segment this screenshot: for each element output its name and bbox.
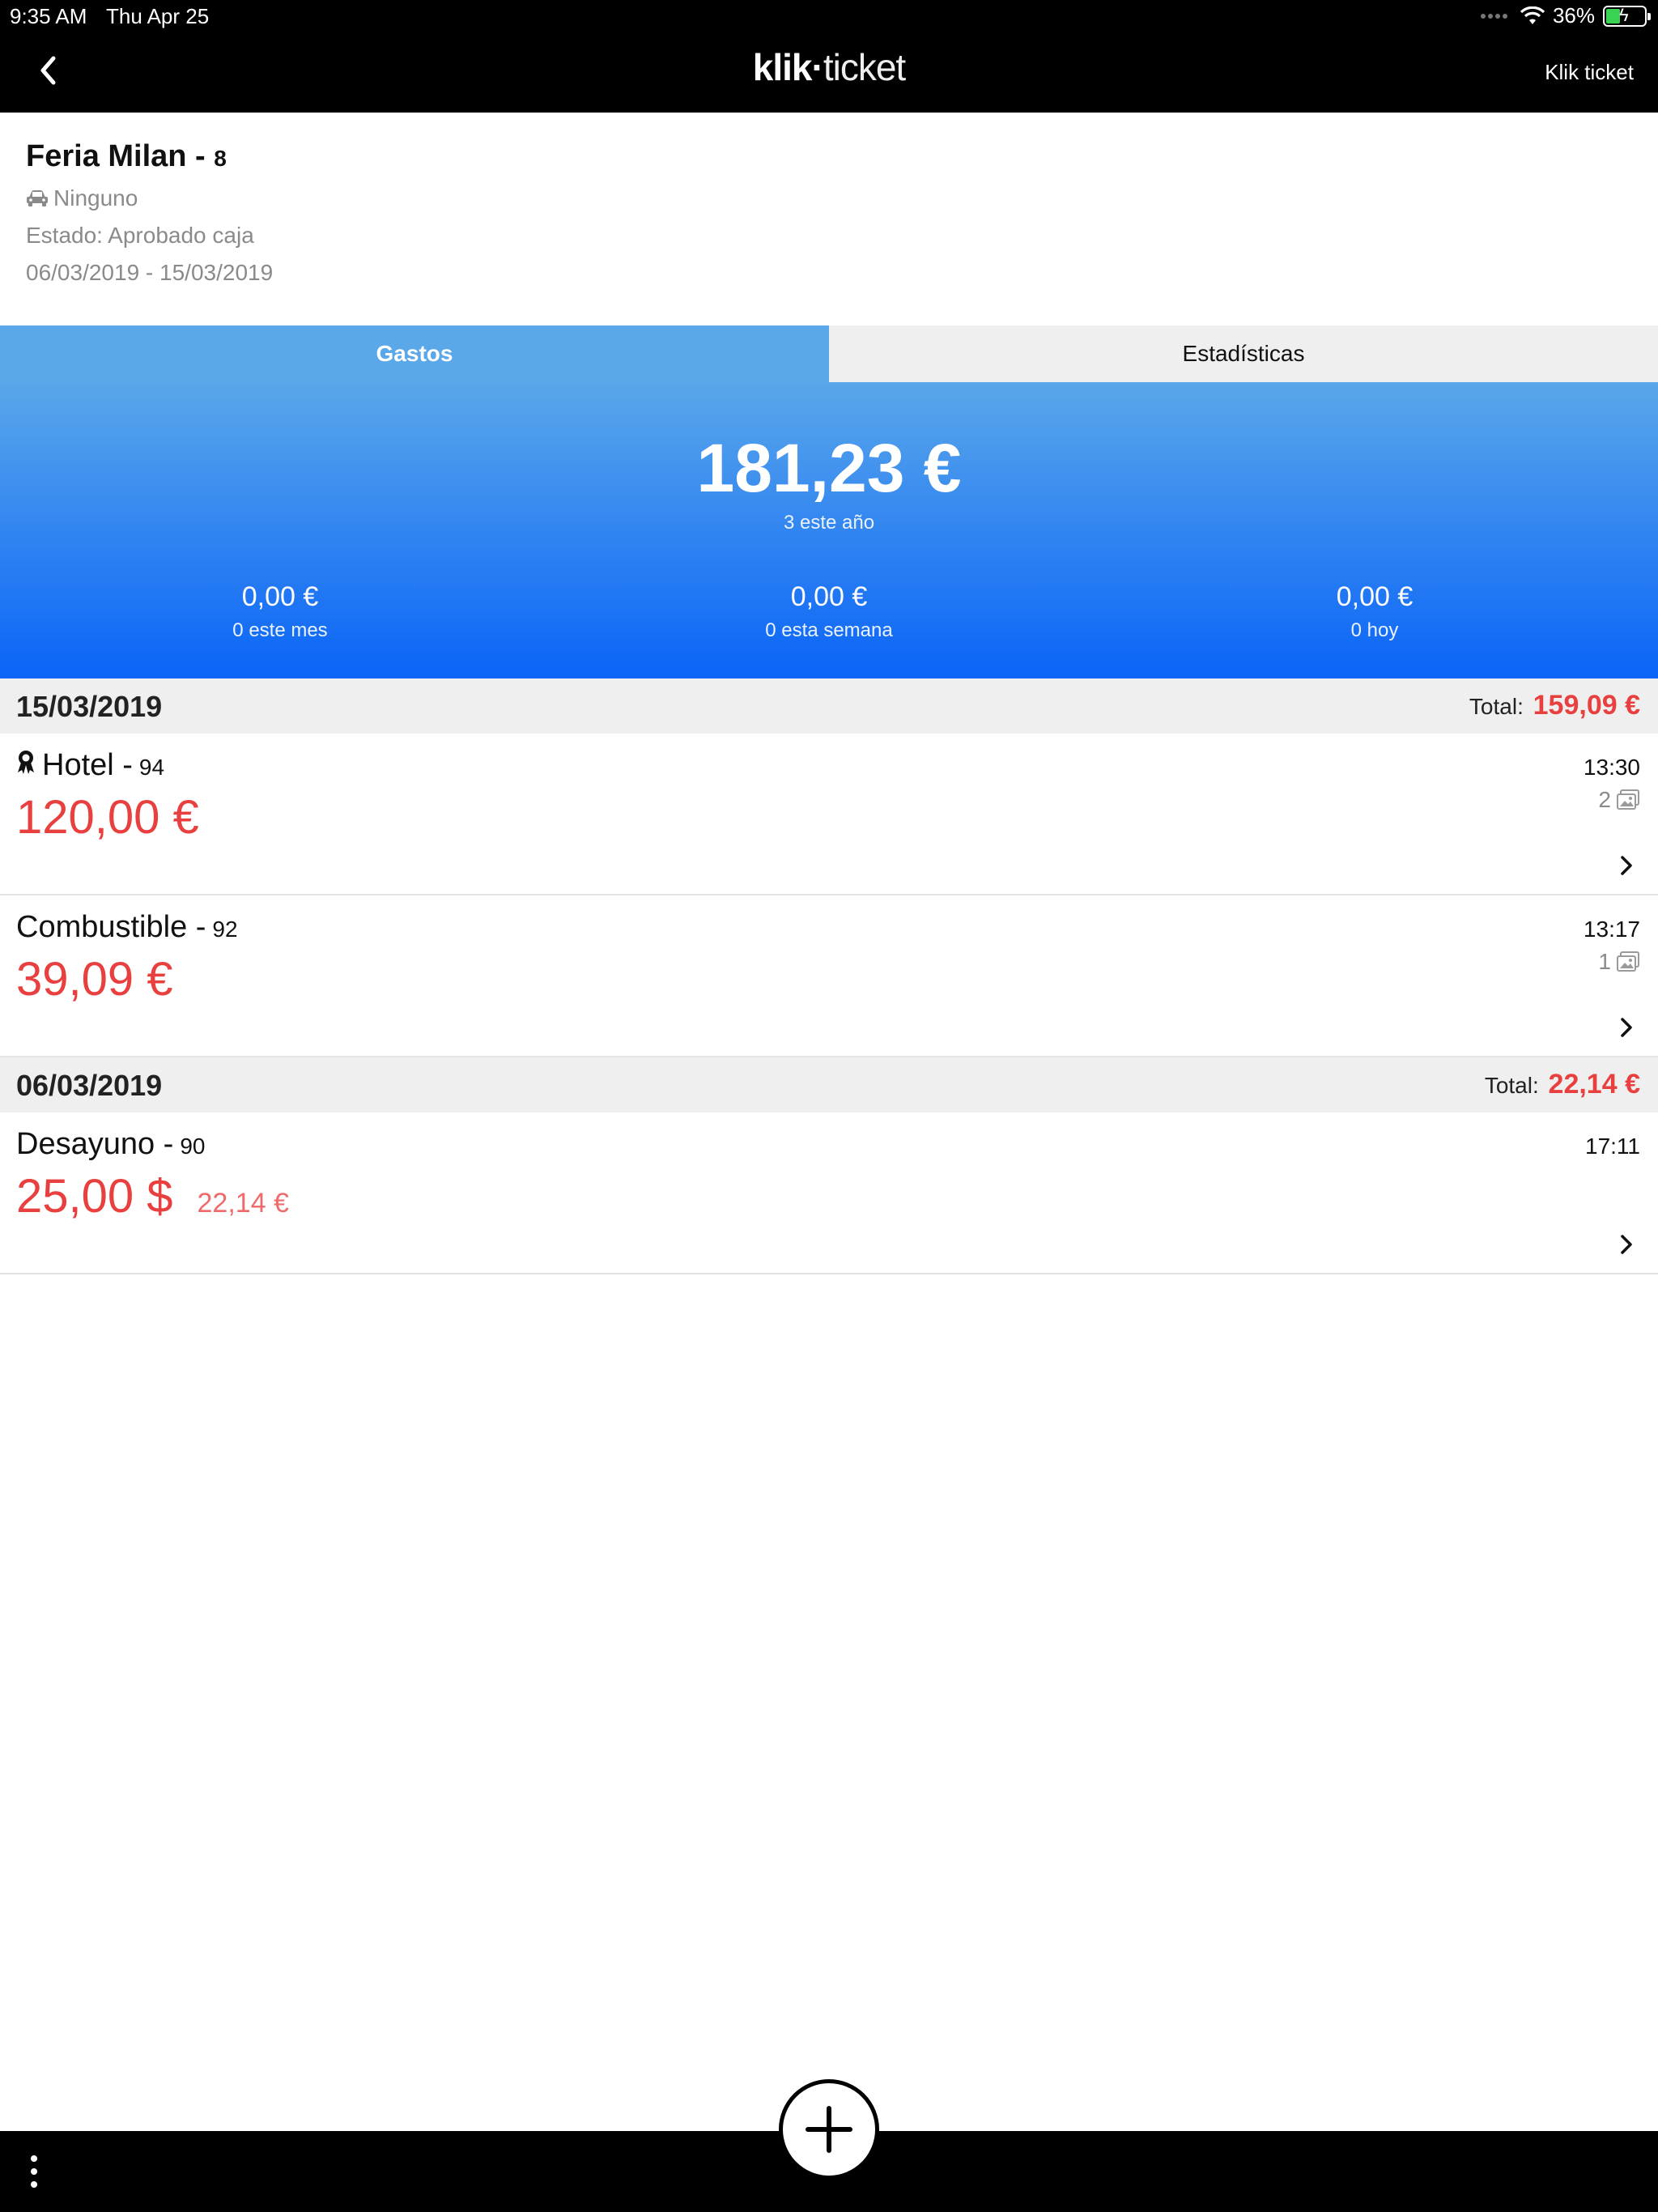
chevron-right-icon [1621,1018,1632,1037]
expense-name: Combustible - 92 [16,910,238,944]
top-bar: 9:35 AM Thu Apr 25 36% ϟ klik·ticket Kli… [0,0,1658,113]
section-header: 15/03/2019 Total: 159,09 € [0,678,1658,734]
status-time: 9:35 AM [10,4,87,28]
today-value: 0,00 € [1336,581,1414,612]
cellular-icon [1480,13,1507,19]
trip-title: Feria Milan - 8 [26,139,227,173]
section-date: 15/03/2019 [16,690,163,723]
today-summary: 0,00 € 0 hoy [1213,581,1537,642]
expense-name: Hotel - 94 [16,748,164,783]
section-total-amount: 22,14 € [1548,1069,1640,1100]
attachments-count: 2 [1598,787,1640,813]
week-label: 0 esta semana [765,619,893,641]
car-icon [27,190,48,206]
expense-time: 17:11 [1585,1134,1640,1159]
section-header: 06/03/2019 Total: 22,14 € [0,1057,1658,1112]
trip-dates: 06/03/2019 - 15/03/2019 [26,260,274,285]
klik-ticket-button[interactable]: Klik ticket [1545,60,1634,85]
expense-id: 92 [212,917,238,942]
expense-time: 13:17 [1583,917,1640,942]
chevron-right-icon [1621,1235,1632,1254]
expense-time: 13:30 [1583,755,1640,780]
tab-gastos[interactable]: Gastos [0,325,829,382]
chevron-right-icon [1621,856,1632,875]
converted-amount: 22,14 € [197,1188,289,1219]
status-date: Thu Apr 25 [106,4,210,28]
battery-percent: 36% [1552,3,1595,28]
award-icon [18,751,34,774]
plus-icon [806,2106,852,2153]
section-total: Total: 22,14 € [1484,1069,1640,1100]
status-right: 36% ϟ [1480,3,1651,28]
section-total-amount: 159,09 € [1533,690,1640,721]
tab-bar: Gastos Estadísticas [0,325,1658,382]
images-icon [1617,789,1639,810]
today-label: 0 hoy [1350,619,1399,641]
status-bar: 9:35 AM Thu Apr 25 36% ϟ [0,0,1658,32]
week-summary: 0,00 € 0 esta semana [667,581,991,642]
tab-estadisticas[interactable]: Estadísticas [829,325,1658,382]
app-logo: klik·ticket [752,46,906,88]
expense-amount: 120,00 € [16,791,199,844]
section-date: 06/03/2019 [16,1069,163,1102]
trip-status: Estado: Aprobado caja [26,223,254,248]
expense-name: Desayuno - 90 [16,1127,206,1161]
section-total: Total: 159,09 € [1469,690,1640,721]
trip-vehicle: Ninguno [26,185,273,211]
expense-amount: 25,00 $22,14 € [16,1170,289,1223]
battery-icon: ϟ [1603,5,1651,27]
week-value: 0,00 € [790,581,868,612]
images-icon [1617,951,1639,972]
expense-summary: 181,23 € 3 este año 0,00 € 0 este mes 0,… [0,382,1658,678]
add-expense-button[interactable] [779,2079,879,2180]
expense-row[interactable]: Combustible - 92 39,09 € 13:17 1 [0,895,1658,1057]
trip-header: Feria Milan - 8 Ninguno Estado: Aprobado… [26,139,273,286]
expense-id: 90 [180,1134,206,1159]
month-value: 0,00 € [241,581,319,612]
battery-fill [1606,8,1620,23]
total-count: 3 este año [783,512,875,534]
trip-number: 8 [214,146,227,171]
expense-row[interactable]: Hotel - 94 120,00 € 13:30 2 [0,734,1658,895]
expense-id: 94 [138,755,165,780]
attachments-count: 1 [1598,949,1640,975]
total-amount: 181,23 € [696,430,962,506]
expense-amount: 39,09 € [16,953,173,1006]
month-label: 0 este mes [232,619,328,641]
wifi-icon [1520,6,1545,24]
month-summary: 0,00 € 0 este mes [118,581,442,642]
more-options-icon[interactable] [29,2155,39,2196]
expense-row[interactable]: Desayuno - 90 25,00 $22,14 € 17:11 [0,1112,1658,1274]
